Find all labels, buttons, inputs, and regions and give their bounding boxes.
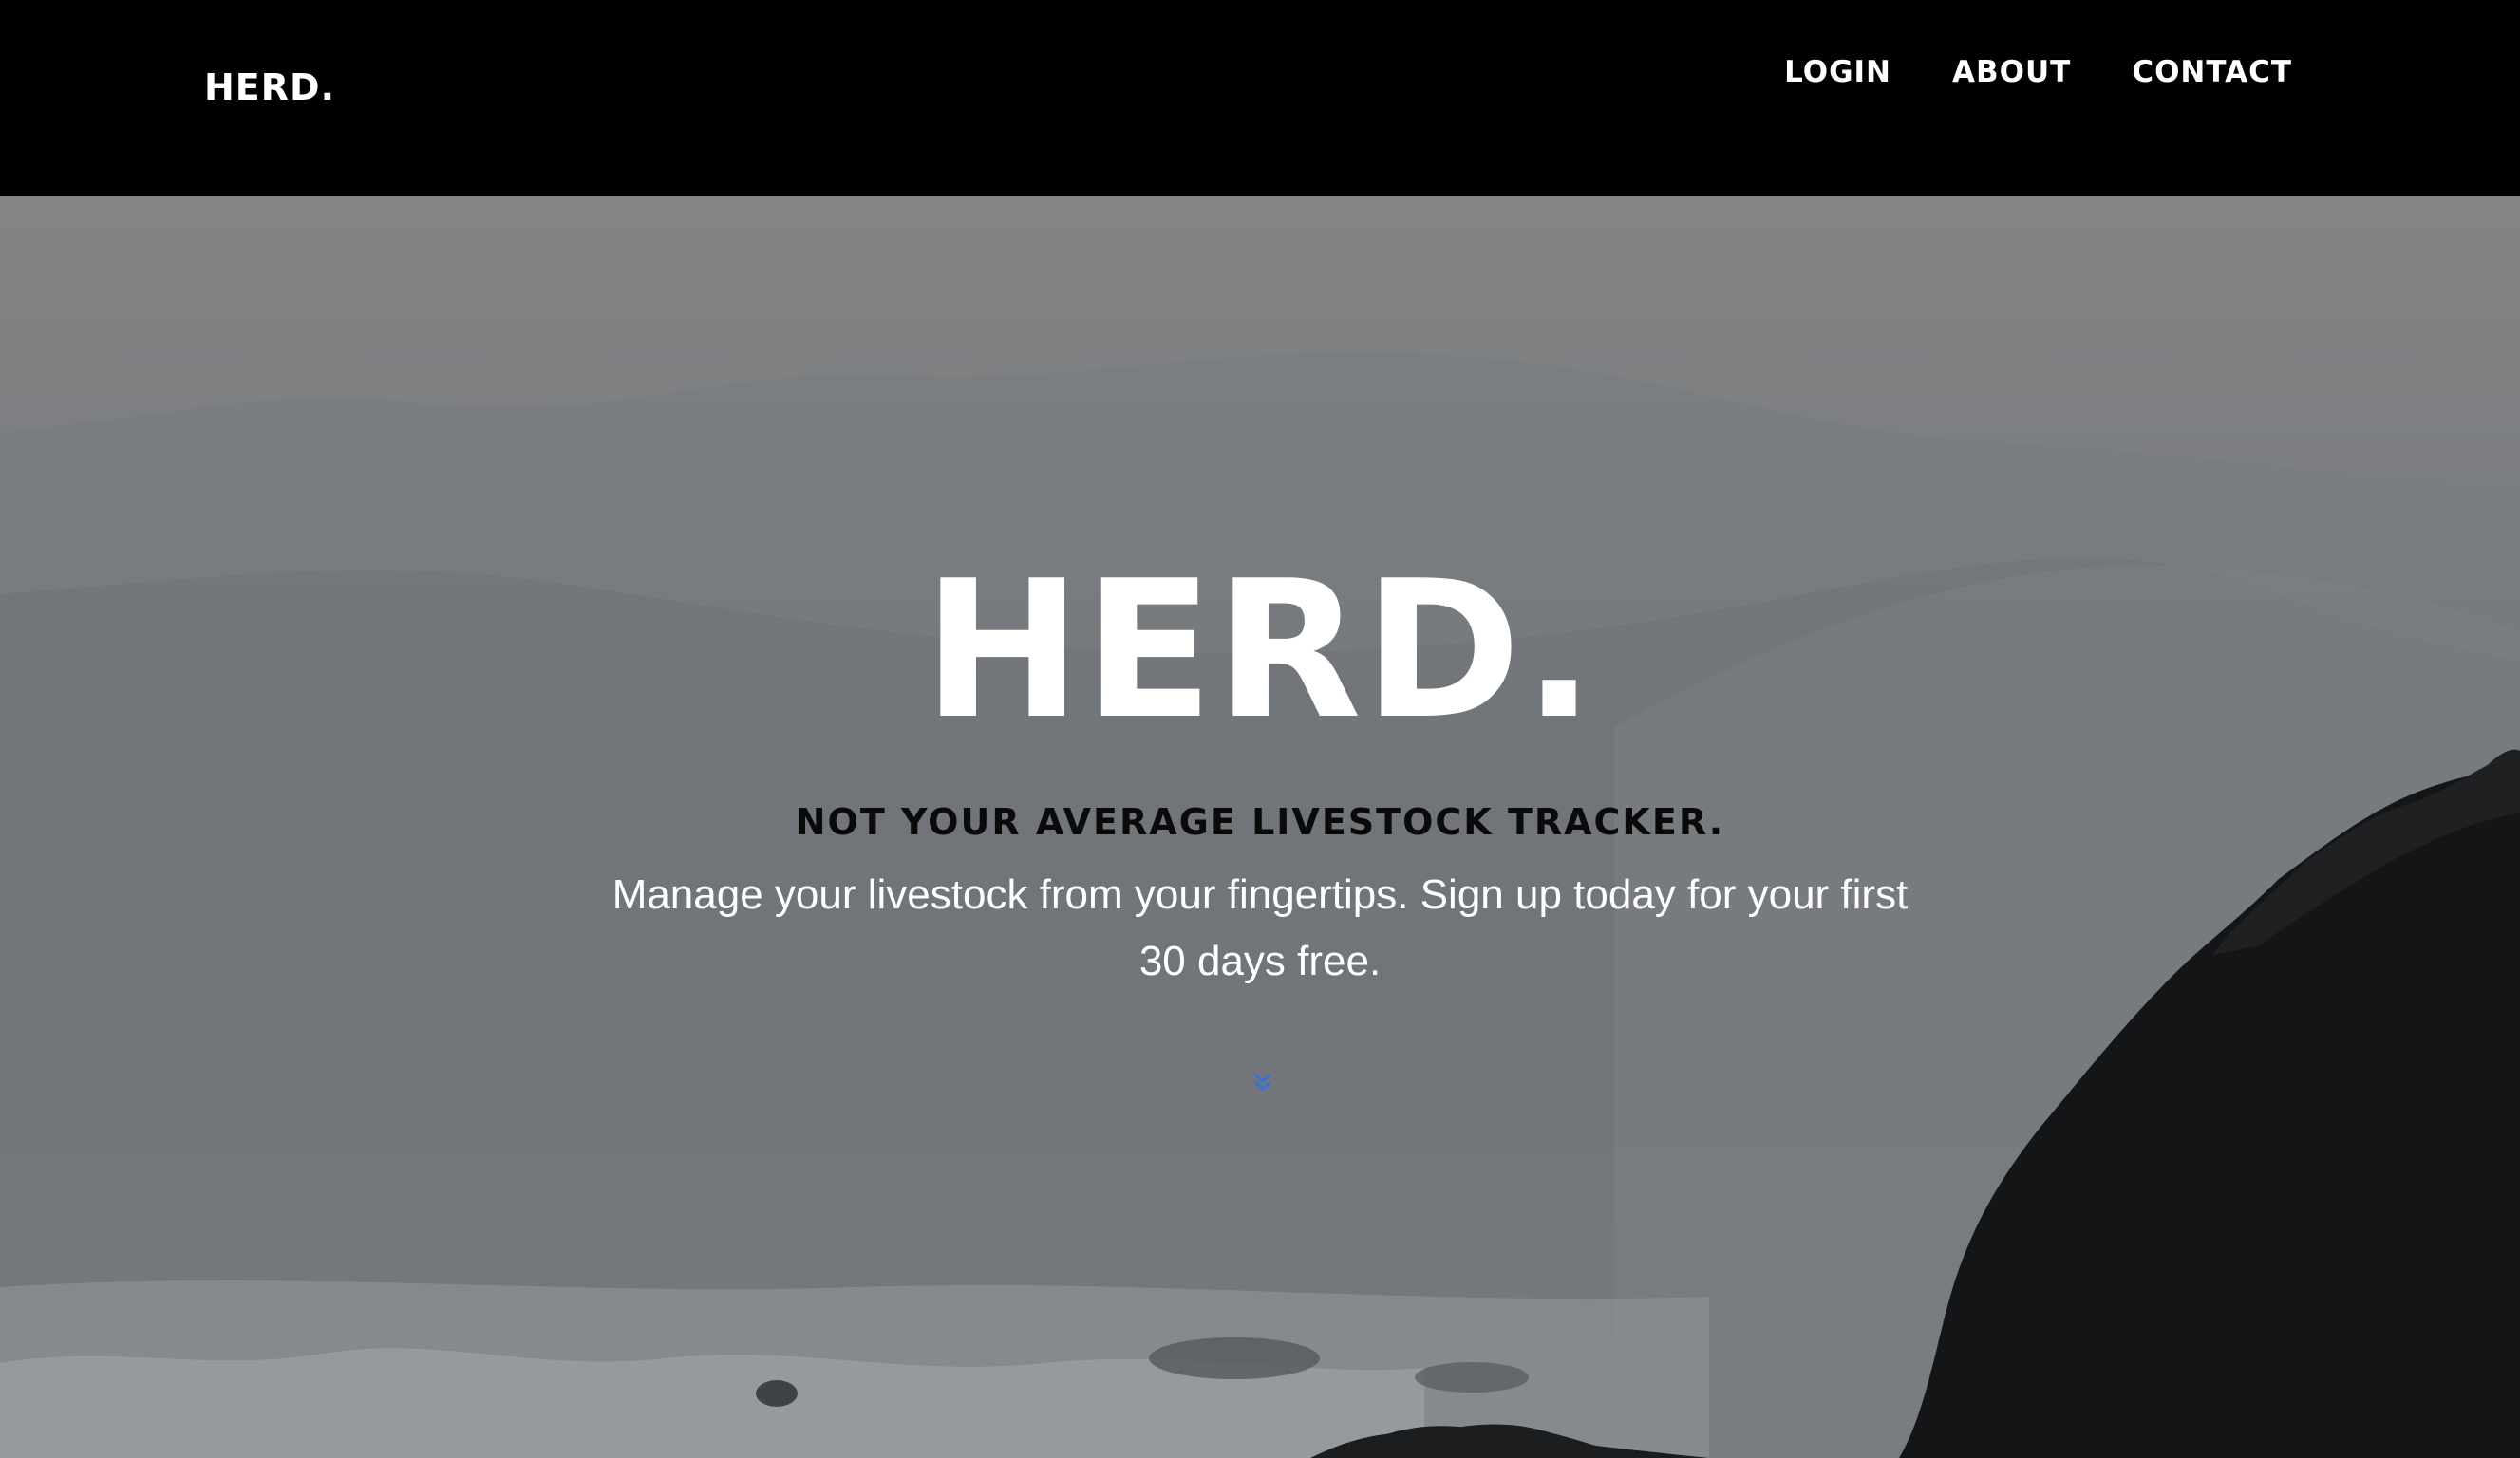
- navbar: HERD. LOGIN ABOUT CONTACT: [0, 0, 2520, 196]
- nav-links: LOGIN ABOUT CONTACT: [1784, 55, 2292, 89]
- hero-content: HERD. NOT YOUR AVERAGE LIVESTOCK TRACKER…: [0, 547, 2520, 995]
- brand-logo[interactable]: HERD.: [204, 66, 335, 108]
- hero-description: Manage your livestock from your fingerti…: [611, 871, 1909, 984]
- hero-tagline: NOT YOUR AVERAGE LIVESTOCK TRACKER.: [795, 801, 1725, 843]
- nav-link-about[interactable]: ABOUT: [1952, 55, 2071, 89]
- nav-link-login[interactable]: LOGIN: [1784, 55, 1891, 89]
- double-chevron-down-icon[interactable]: [1250, 1069, 1276, 1095]
- nav-link-contact[interactable]: CONTACT: [2132, 55, 2292, 89]
- hero-title: HERD.: [923, 540, 1597, 761]
- hero-section: HERD. NOT YOUR AVERAGE LIVESTOCK TRACKER…: [0, 196, 2520, 1458]
